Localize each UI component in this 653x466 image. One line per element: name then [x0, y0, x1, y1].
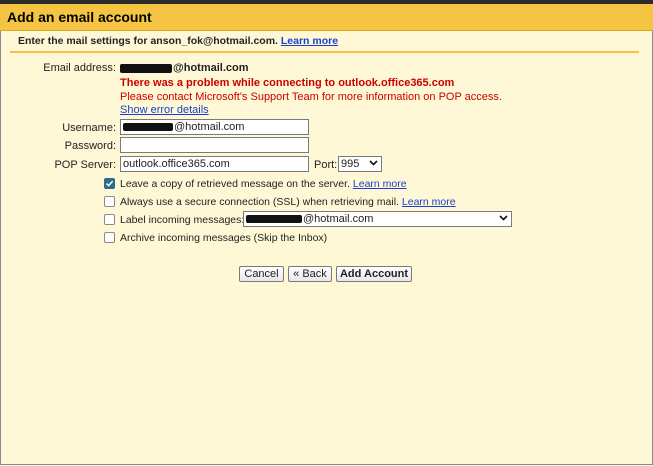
dialog-title: Add an email account — [7, 9, 152, 25]
ssl-learn-more-link[interactable]: Learn more — [402, 196, 456, 208]
label-select-value: @hotmail.com — [303, 213, 374, 225]
error-detail: Please contact Microsoft's Support Team … — [120, 91, 502, 103]
back-button[interactable]: « Back — [288, 266, 332, 282]
leave-copy-learn-more-link[interactable]: Learn more — [353, 178, 407, 190]
archive-checkbox[interactable] — [104, 232, 115, 243]
username-field[interactable]: @hotmail.com — [120, 119, 309, 135]
leave-copy-checkbox[interactable] — [104, 178, 115, 189]
password-label: Password: — [64, 140, 116, 152]
username-label: Username: — [62, 122, 116, 134]
error-title: There was a problem while connecting to … — [120, 77, 455, 89]
ssl-checkbox[interactable] — [104, 196, 115, 207]
dialog-title-bar: Add an email account — [0, 4, 653, 31]
password-field[interactable] — [120, 137, 309, 153]
port-value: 995 — [341, 158, 360, 170]
label-select[interactable]: @hotmail.com — [243, 211, 512, 227]
email-address-label: Email address: — [43, 62, 116, 74]
chevron-down-icon — [499, 215, 508, 221]
port-label: Port: — [314, 159, 338, 171]
archive-label: Archive incoming messages (Skip the Inbo… — [120, 232, 328, 244]
intro-line: Enter the mail settings for anson_fok@ho… — [18, 35, 338, 47]
intro-learn-more-link[interactable]: Learn more — [281, 35, 338, 47]
port-select[interactable]: 995 — [338, 156, 382, 172]
leave-copy-option: Leave a copy of retrieved message on the… — [120, 178, 407, 190]
ssl-label: Always use a secure connection (SSL) whe… — [120, 196, 399, 208]
ssl-option: Always use a secure connection (SSL) whe… — [120, 196, 456, 208]
redacted-text — [123, 123, 173, 132]
label-incoming-checkbox[interactable] — [104, 214, 115, 225]
add-account-button[interactable]: Add Account — [336, 266, 412, 282]
intro-text: Enter the mail settings for anson_fok@ho… — [18, 35, 278, 47]
pop-server-field[interactable]: outlook.office365.com — [120, 156, 309, 172]
label-incoming-label: Label incoming messages: — [120, 214, 245, 226]
chevron-down-icon — [369, 160, 378, 166]
checkmark-icon — [105, 180, 114, 187]
show-error-details-link[interactable]: Show error details — [120, 104, 209, 116]
pop-server-label: POP Server: — [54, 159, 116, 171]
header-divider — [10, 51, 639, 53]
leave-copy-label: Leave a copy of retrieved message on the… — [120, 178, 350, 190]
redacted-text — [120, 63, 172, 73]
email-address-value: @hotmail.com — [120, 62, 249, 74]
cancel-button[interactable]: Cancel — [239, 266, 284, 282]
redacted-text — [246, 215, 302, 224]
